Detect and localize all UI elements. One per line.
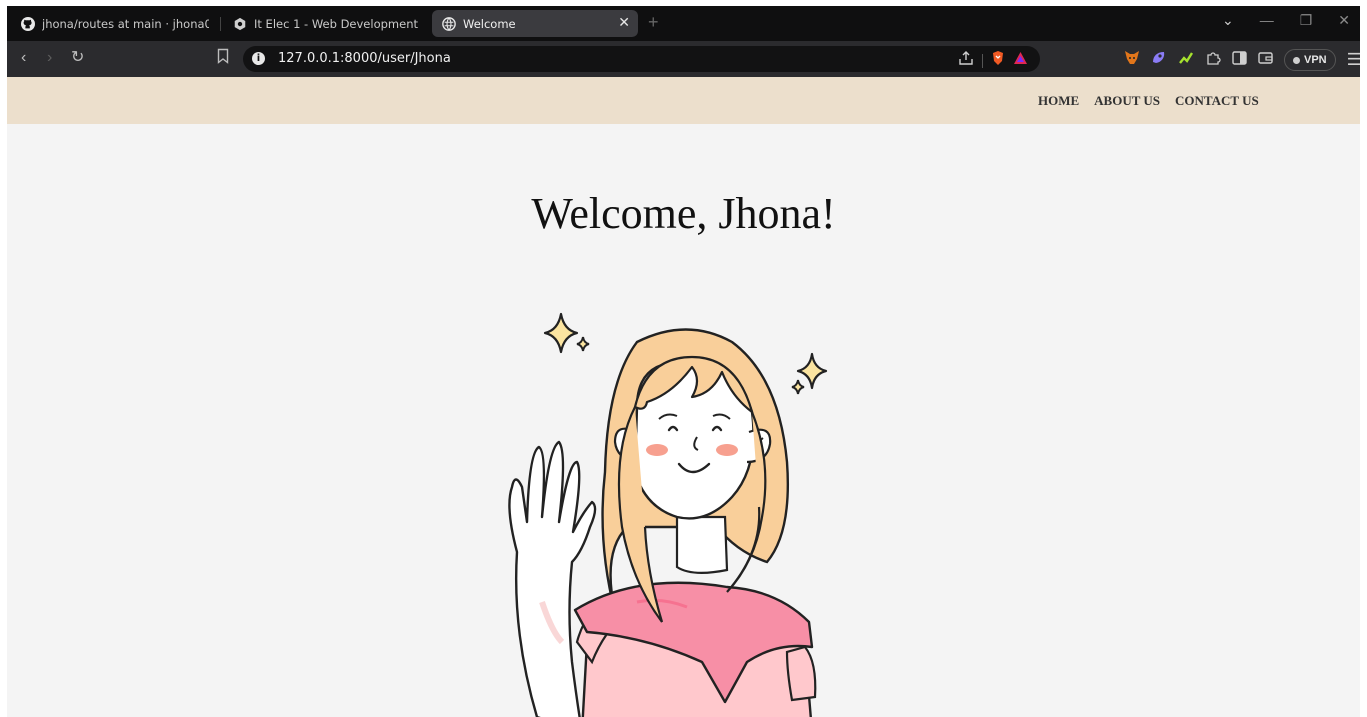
address-actions — [958, 50, 1028, 71]
vpn-button[interactable]: VPN — [1284, 49, 1336, 71]
site-navbar: HOME ABOUT US CONTACT US — [7, 77, 1360, 124]
brave-rewards-icon[interactable] — [1013, 51, 1028, 70]
minimize-icon[interactable]: — — [1260, 12, 1274, 29]
extensions-area: VPN ☰ — [1124, 49, 1360, 71]
new-tab-button[interactable]: + — [648, 12, 659, 33]
menu-icon[interactable]: ☰ — [1347, 50, 1360, 70]
address-text[interactable]: 127.0.0.1:8000/user/Jhona — [278, 51, 451, 66]
divider — [982, 53, 983, 68]
tab-separator — [220, 17, 221, 31]
browser-window: jhona/routes at main · jhona06/jhona It … — [7, 6, 1360, 717]
waving-girl-image — [508, 312, 828, 717]
window-controls: ⌄ — ❐ ✕ — [1222, 12, 1350, 29]
tab-welcome[interactable]: Welcome ✕ — [432, 10, 638, 37]
tab-github[interactable]: jhona/routes at main · jhona06/jhona — [11, 10, 219, 37]
site-info-icon[interactable]: i — [252, 52, 265, 65]
tab-strip: jhona/routes at main · jhona06/jhona It … — [7, 6, 1360, 41]
restore-icon[interactable]: ❐ — [1300, 12, 1313, 29]
nav-links: HOME ABOUT US CONTACT US — [1038, 93, 1259, 109]
nav-home[interactable]: HOME — [1038, 93, 1079, 109]
tab-it-elec[interactable]: It Elec 1 - Web Development: Lab 2 — [223, 10, 429, 37]
chevron-down-icon[interactable]: ⌄ — [1222, 12, 1234, 29]
vpn-dot-icon — [1293, 56, 1300, 64]
vpn-label: VPN — [1304, 54, 1327, 66]
tab-title: It Elec 1 - Web Development: Lab 2 — [254, 16, 419, 31]
forward-icon[interactable]: › — [47, 49, 52, 67]
close-window-icon[interactable]: ✕ — [1338, 12, 1350, 29]
nav-about-us[interactable]: ABOUT US — [1094, 93, 1160, 109]
github-icon — [21, 16, 35, 31]
tab-title: Welcome — [463, 16, 516, 31]
page-content: HOME ABOUT US CONTACT US Welcome, Jhona! — [7, 77, 1360, 717]
waving-girl-illustration — [487, 302, 837, 717]
bookmark-icon[interactable] — [217, 48, 229, 69]
reload-icon[interactable]: ↻ — [71, 47, 84, 67]
metamask-icon[interactable] — [1124, 50, 1140, 70]
brave-shields-icon[interactable] — [991, 50, 1005, 71]
page-title: Welcome, Jhona! — [531, 189, 836, 238]
back-icon[interactable]: ‹ — [21, 49, 26, 67]
close-icon[interactable]: ✕ — [618, 15, 630, 31]
extension-chart-icon[interactable] — [1178, 50, 1194, 70]
wallet-icon[interactable] — [1258, 51, 1273, 70]
tab-title: jhona/routes at main · jhona06/jhona — [42, 16, 209, 31]
browser-toolbar: ‹ › ↻ i 127.0.0.1:8000/user/Jhona VPN ☰ — [7, 41, 1360, 77]
address-bar[interactable]: i 127.0.0.1:8000/user/Jhona — [243, 46, 1040, 72]
globe-icon — [442, 16, 456, 31]
share-icon[interactable] — [958, 50, 974, 71]
nav-contact-us[interactable]: CONTACT US — [1175, 93, 1259, 109]
extension-purple-icon[interactable] — [1151, 50, 1167, 70]
sidebar-icon[interactable] — [1232, 50, 1247, 70]
class-icon — [233, 17, 247, 31]
puzzle-icon[interactable] — [1205, 50, 1221, 71]
